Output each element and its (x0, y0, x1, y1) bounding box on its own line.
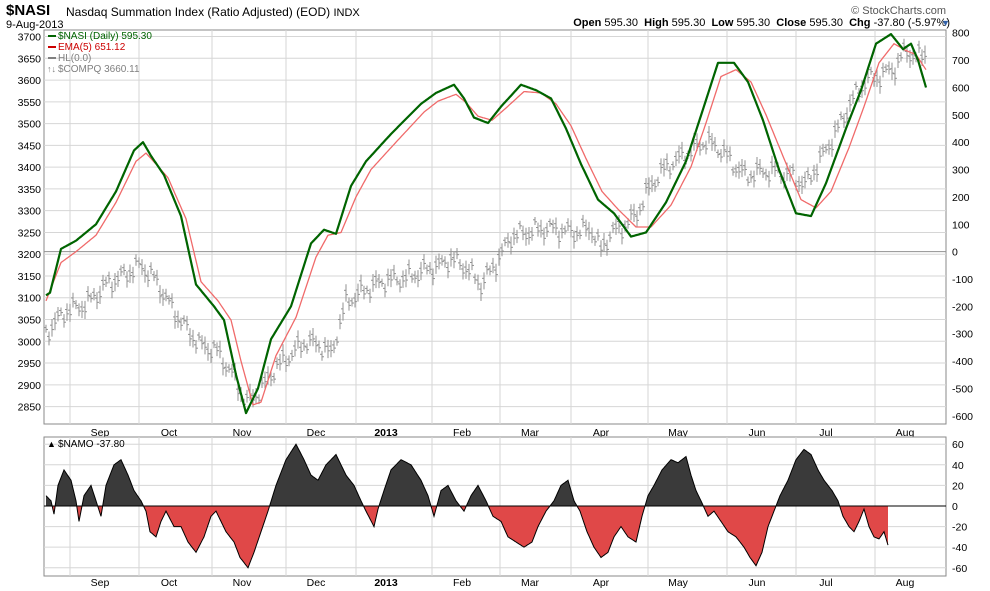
right-axis-tick-label: -600 (952, 411, 973, 423)
legend-entry: $COMPQ 3660.11 (58, 64, 140, 75)
indicator-x-tick-label: May (668, 577, 689, 589)
indicator-x-tick-label: Sep (91, 577, 110, 589)
right-axis-tick-label: -300 (952, 329, 973, 341)
left-axis-tick-label: 3100 (18, 293, 42, 305)
indicator-x-tick-label: Jun (749, 577, 766, 589)
indicator-x-tick-label: Mar (521, 577, 540, 589)
right-axis-tick-label: 100 (952, 219, 970, 231)
indicator-x-tick-label: Aug (896, 577, 915, 589)
indicator-axis-tick-label: 0 (952, 501, 958, 513)
legend-entry: EMA(5) 651.12 (58, 42, 126, 53)
indicator-x-tick-label: 2013 (374, 577, 398, 589)
right-axis-tick-label: 0 (952, 247, 958, 259)
left-axis-tick-label: 3300 (18, 206, 42, 218)
indicator-x-tick-label: Jul (819, 577, 832, 589)
legend-entry: HL(0.0) (58, 53, 91, 64)
right-axis-tick-label: 700 (952, 55, 970, 67)
namo-legend-icon: ▲ (47, 439, 56, 449)
left-axis-tick-label: 3350 (18, 184, 42, 196)
indicator-axis-tick-label: 40 (952, 460, 964, 472)
indicator-x-tick-label: Nov (233, 577, 252, 589)
right-axis-tick-label: -100 (952, 274, 973, 286)
left-axis-tick-label: 3150 (18, 271, 42, 283)
right-axis-tick-label: -400 (952, 356, 973, 368)
left-axis-tick-label: 3450 (18, 140, 42, 152)
left-axis-tick-label: 3600 (18, 75, 42, 87)
left-axis-tick-label: 3050 (18, 315, 42, 327)
left-axis-tick-label: 3700 (18, 32, 42, 44)
right-axis-tick-label: 500 (952, 110, 970, 122)
left-axis-tick-label: 3650 (18, 53, 42, 65)
indicator-x-tick-label: Feb (453, 577, 471, 589)
indicator-axis-tick-label: -20 (952, 522, 967, 534)
right-axis-tick-label: 600 (952, 82, 970, 94)
left-axis-tick-label: 2850 (18, 402, 42, 414)
right-axis-tick-label: -200 (952, 301, 973, 313)
right-axis-tick-label: 400 (952, 137, 970, 149)
left-axis-tick-label: 3550 (18, 97, 42, 109)
right-axis-tick-label: 200 (952, 192, 970, 204)
chart-canvas: 2850290029503000305031003150320032503300… (18, 28, 974, 589)
indicator-x-tick-label: Apr (593, 577, 610, 589)
left-axis-tick-label: 3400 (18, 162, 42, 174)
left-axis-tick-label: 3200 (18, 249, 42, 261)
right-axis-tick-label: -500 (952, 383, 973, 395)
indicator-axis-tick-label: 60 (952, 439, 964, 451)
legend-bar-icon: ↑↓ (47, 64, 56, 74)
indicator-axis-tick-label: -60 (952, 563, 967, 575)
left-axis-tick-label: 2950 (18, 358, 42, 370)
indicator-axis-tick-label: -40 (952, 542, 967, 554)
indicator-x-tick-label: Oct (161, 577, 177, 589)
indicator-x-tick-label: Dec (307, 577, 326, 589)
left-axis-tick-label: 3250 (18, 227, 42, 239)
namo-legend-entry: $NAMO -37.80 (58, 439, 125, 450)
main-panel-frame (43, 29, 947, 425)
left-axis-tick-label: 3000 (18, 336, 42, 348)
left-axis-tick-label: 2900 (18, 380, 42, 392)
legend-entry: $NASI (Daily) 595.30 (58, 31, 152, 42)
indicator-axis-tick-label: 20 (952, 480, 964, 492)
right-axis-tick-label: 800 (952, 28, 970, 40)
left-axis-tick-label: 3500 (18, 119, 42, 131)
right-axis-tick-label: 300 (952, 165, 970, 177)
